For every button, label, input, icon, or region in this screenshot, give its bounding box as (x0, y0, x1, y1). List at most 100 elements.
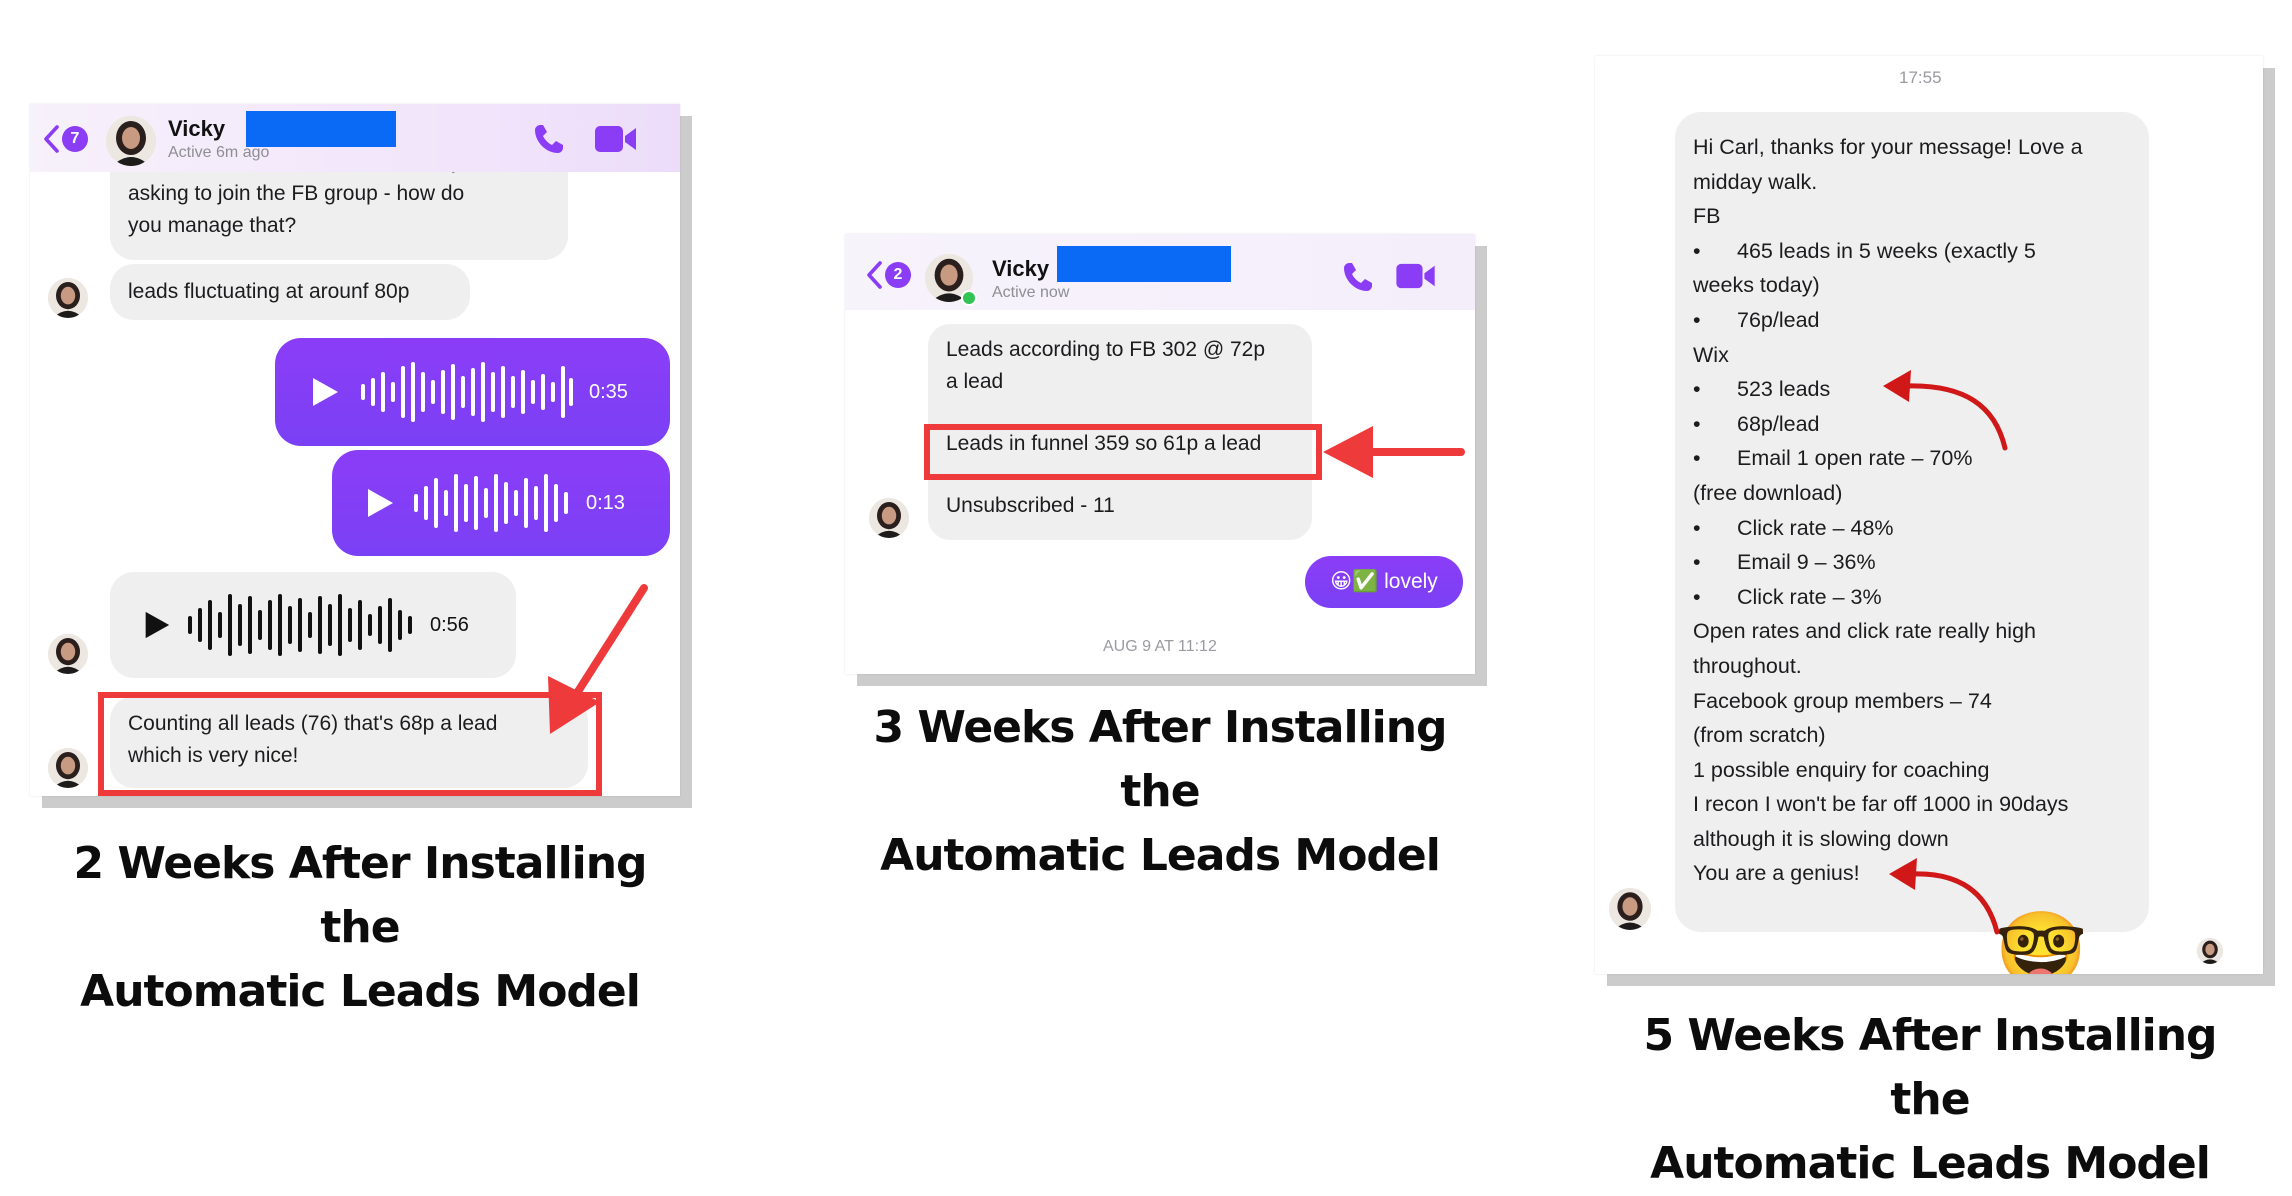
contact-name: Vicky (168, 116, 226, 141)
message-text: Wix (1693, 342, 1729, 367)
voice-duration: 0:35 (589, 380, 628, 403)
message-text: 523 leads (1737, 377, 1831, 402)
message-text: (free download) (1693, 480, 1843, 505)
unread-count-badge: 7 (62, 126, 88, 152)
emoji-reaction: 😀✅ (1330, 570, 1379, 593)
message-line: 1 possible enquiry for coaching (1693, 753, 2131, 788)
message-timestamp: 17:55 (1899, 68, 1942, 87)
voice-duration: 0:13 (586, 491, 625, 514)
curved-arrow-icon (1889, 858, 2000, 935)
red-arrow-icon (548, 584, 648, 734)
message-line: midday walk. (1693, 165, 2131, 200)
chat-header: 2 Vicky Active now (845, 234, 1475, 310)
bullet-line: • 465 leads in 5 weeks (exactly 5 (1693, 234, 2131, 269)
avatar (2197, 938, 2223, 964)
audio-waveform (414, 474, 568, 532)
bullet-line: • Email 9 – 36% (1693, 545, 2131, 580)
message-text: 68p/lead (1737, 411, 1820, 436)
message-line: weeks today) (1693, 268, 2131, 303)
message-line: Open rates and click rate really high (1693, 614, 2131, 649)
avatar (48, 748, 88, 788)
video-call-button[interactable] (1395, 262, 1437, 290)
video-camera-icon (1396, 263, 1435, 289)
contact-status: Active 6m ago (168, 144, 270, 161)
message-text: Facebook group members – 74 (1693, 688, 1992, 713)
back-button[interactable]: 7 (42, 124, 88, 154)
message-text: Unsubscribed - 11 (946, 494, 1115, 517)
play-icon[interactable] (362, 486, 396, 520)
bullet-marker: • (1693, 584, 1701, 609)
message-line: (from scratch) (1693, 718, 2131, 753)
caption-line: Automatic Leads Model (80, 966, 641, 1017)
contact-name: Vicky (992, 256, 1050, 281)
bullet-marker: • (1693, 238, 1701, 263)
voice-duration: 0:56 (430, 614, 469, 636)
message-text: FB (1693, 204, 1721, 229)
message-line: I recon I won't be far off 1000 in 90day… (1693, 787, 2131, 822)
voice-message-bubble[interactable]: 0:35 (275, 338, 670, 446)
message-text: Click rate – 3% (1737, 584, 1882, 609)
unread-count-badge: 2 (885, 262, 911, 288)
message-text: lovely (1384, 570, 1438, 593)
message-bubble-sent: 😀✅ lovely (1305, 556, 1463, 608)
caption-line: Automatic Leads Model (1650, 1138, 2211, 1189)
video-call-button[interactable] (594, 124, 638, 154)
avatar (869, 498, 909, 538)
bullet-marker: • (1693, 446, 1701, 471)
curved-arrow-icon (1883, 370, 2008, 451)
message-text: 76p/lead (1737, 307, 1820, 332)
message-text: you manage that? (128, 214, 297, 237)
bullet-marker: • (1693, 515, 1701, 540)
voice-message-bubble[interactable]: 0:13 (332, 450, 670, 556)
caption-week-5: 5 Weeks After Installing the Automatic L… (1610, 1004, 2250, 1196)
video-camera-icon (595, 126, 636, 152)
bullet-marker: • (1693, 550, 1701, 575)
online-indicator (961, 290, 977, 306)
message-line: throughout. (1693, 649, 2131, 684)
voice-message-bubble[interactable]: 0:56 (110, 572, 516, 678)
audio-waveform (361, 362, 573, 422)
message-text-block: Hi Carl, thanks for your message! Love a… (1693, 130, 2131, 891)
caption-line: 2 Weeks After Installing the (73, 838, 661, 953)
message-text: 1 possible enquiry for coaching (1693, 757, 1990, 782)
caption-line: 5 Weeks After Installing the (1643, 1010, 2231, 1125)
audio-call-button[interactable] (1341, 260, 1375, 294)
caption-line: 3 Weeks After Installing the (873, 702, 1461, 817)
avatar[interactable] (106, 116, 156, 166)
avatar (48, 634, 88, 674)
chat-screenshot-week-3: 2 Vicky Active now Leads according to FB… (845, 234, 1475, 674)
play-icon[interactable] (140, 609, 172, 641)
audio-call-button[interactable] (532, 122, 566, 156)
caption-week-3: 3 Weeks After Installing the Automatic L… (845, 696, 1475, 888)
message-line: (free download) (1693, 476, 2131, 511)
bullet-line: • Click rate – 3% (1693, 580, 2131, 615)
caption-line: Automatic Leads Model (880, 830, 1441, 881)
message-line: FB (1693, 199, 2131, 234)
message-text: Leads according to FB 302 @ 72p (946, 338, 1266, 361)
message-text: 465 leads in 5 weeks (exactly 5 (1737, 238, 2036, 263)
redacted-surname (246, 111, 396, 147)
phone-icon (535, 125, 563, 153)
message-bubble: leads fluctuating at arounf 80p (110, 264, 470, 320)
back-button[interactable]: 2 (865, 260, 911, 290)
message-text: I recon I won't be far off 1000 in 90day… (1693, 792, 2069, 817)
play-icon[interactable] (307, 375, 341, 409)
red-arrow-icon (1323, 426, 1465, 478)
message-timestamp: AUG 9 AT 11:12 (1103, 638, 1217, 655)
chat-screenshot-week-5: 17:55 Hi Carl, thanks for your message! … (1595, 56, 2263, 974)
bullet-line: • Click rate – 48% (1693, 511, 2131, 546)
highlight-box (98, 692, 602, 796)
redacted-surname (1057, 246, 1231, 282)
message-text: asking to join the FB group - how do (128, 182, 465, 205)
chevron-left-icon (44, 125, 59, 153)
message-text: You are a genius! (1693, 861, 1860, 886)
contact-status: Active now (992, 284, 1070, 301)
message-text: Open rates and click rate really high (1693, 619, 2036, 644)
message-text: midday walk. (1693, 169, 1818, 194)
bullet-marker: • (1693, 377, 1701, 402)
audio-waveform (188, 594, 412, 656)
chevron-left-icon (867, 261, 882, 289)
bullet-line: • 76p/lead (1693, 303, 2131, 338)
chat-header: 7 Vicky Active 6m ago (30, 104, 680, 172)
message-text: leads fluctuating at arounf 80p (128, 280, 410, 303)
